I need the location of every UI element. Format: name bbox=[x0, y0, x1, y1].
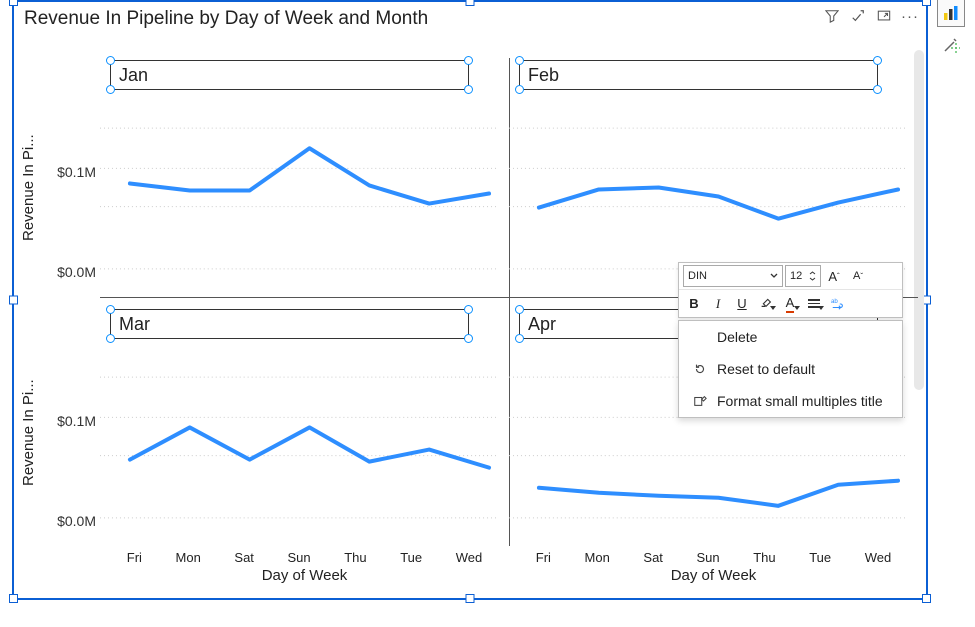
resize-handle[interactable] bbox=[9, 594, 18, 603]
context-menu-delete[interactable]: Delete bbox=[679, 321, 902, 353]
title-resize-handle[interactable] bbox=[464, 85, 473, 94]
title-resize-handle[interactable] bbox=[873, 85, 882, 94]
y-tick-label: $0.1M bbox=[57, 413, 96, 429]
svg-text:ab: ab bbox=[831, 298, 838, 305]
y-axis-title: Revenue In Pi... bbox=[20, 338, 40, 528]
x-tick-label: Thu bbox=[753, 550, 775, 565]
drill-icon[interactable] bbox=[850, 8, 866, 24]
panel-title-text: Feb bbox=[528, 65, 559, 86]
panel-canvas bbox=[100, 98, 499, 289]
x-tick-label: Mon bbox=[176, 550, 201, 565]
title-resize-handle[interactable] bbox=[106, 334, 115, 343]
x-tick-label: Sun bbox=[697, 550, 720, 565]
context-menu-reset[interactable]: Reset to default bbox=[679, 353, 902, 385]
visual-header-icons: ··· bbox=[824, 8, 918, 24]
context-menu-format-titles[interactable]: Format small multiples title bbox=[679, 385, 902, 417]
context-menu-label: Delete bbox=[717, 329, 757, 345]
x-tick-label: Sun bbox=[288, 550, 311, 565]
resize-handle[interactable] bbox=[922, 594, 931, 603]
x-tick-label: Mon bbox=[585, 550, 610, 565]
filter-icon[interactable] bbox=[824, 8, 840, 24]
resize-handle[interactable] bbox=[9, 296, 18, 305]
x-tick-label: Wed bbox=[865, 550, 892, 565]
panel-title-text: Mar bbox=[119, 314, 150, 335]
title-resize-handle[interactable] bbox=[464, 334, 473, 343]
resize-handle[interactable] bbox=[466, 0, 475, 6]
panel-mar: Mar bbox=[100, 297, 509, 546]
title-resize-handle[interactable] bbox=[515, 334, 524, 343]
x-tick-label: Tue bbox=[809, 550, 831, 565]
magic-wand-icon bbox=[942, 36, 960, 54]
panel-title-jan[interactable]: Jan bbox=[110, 60, 469, 90]
title-resize-handle[interactable] bbox=[515, 85, 524, 94]
title-resize-handle[interactable] bbox=[873, 56, 882, 65]
font-family-value: DIN bbox=[688, 270, 707, 282]
italic-button[interactable]: I bbox=[707, 293, 729, 315]
panel-jan: Jan bbox=[100, 48, 509, 297]
context-menu: Delete Reset to default Format small mul… bbox=[678, 320, 903, 418]
panel-canvas bbox=[100, 347, 499, 538]
resize-handle[interactable] bbox=[922, 0, 931, 6]
fill-color-button[interactable] bbox=[755, 293, 777, 315]
x-axis-ticks: Fri Mon Sat Sun Thu Tue Wed bbox=[100, 546, 509, 565]
font-family-select[interactable]: DIN bbox=[683, 265, 783, 287]
visualizations-pane-button[interactable] bbox=[938, 0, 964, 26]
title-resize-handle[interactable] bbox=[106, 56, 115, 65]
panel-title-text: Jan bbox=[119, 65, 148, 86]
align-icon bbox=[808, 299, 820, 308]
bar-chart-icon bbox=[942, 4, 960, 22]
title-resize-handle[interactable] bbox=[106, 85, 115, 94]
x-tick-label: Thu bbox=[344, 550, 366, 565]
bold-button[interactable]: B bbox=[683, 293, 705, 315]
title-resize-handle[interactable] bbox=[464, 305, 473, 314]
context-menu-label: Reset to default bbox=[717, 361, 815, 377]
x-tick-label: Sat bbox=[234, 550, 254, 565]
panel-canvas bbox=[509, 98, 908, 289]
x-tick-label: Sat bbox=[643, 550, 663, 565]
font-size-value: 12 bbox=[790, 270, 802, 282]
x-tick-label: Fri bbox=[536, 550, 551, 565]
underline-button[interactable]: U bbox=[731, 293, 753, 315]
context-menu-label: Format small multiples title bbox=[717, 393, 883, 409]
panel-title-text: Apr bbox=[528, 314, 556, 335]
panel-title-feb[interactable]: Feb bbox=[519, 60, 878, 90]
x-axis-ticks: Fri Mon Sat Sun Thu Tue Wed bbox=[509, 546, 918, 565]
y-tick-label: $0.1M bbox=[57, 164, 96, 180]
panel-title-mar[interactable]: Mar bbox=[110, 309, 469, 339]
y-tick-label: $0.0M bbox=[57, 264, 96, 280]
resize-handle[interactable] bbox=[9, 0, 18, 6]
decrease-font-size-button[interactable]: Aˇ bbox=[847, 265, 869, 287]
x-tick-label: Fri bbox=[127, 550, 142, 565]
x-axis-title: Day of Week bbox=[100, 567, 509, 584]
resize-handle[interactable] bbox=[466, 594, 475, 603]
title-resize-handle[interactable] bbox=[106, 305, 115, 314]
y-axis-title: Revenue In Pi... bbox=[20, 93, 40, 283]
font-color-button[interactable]: A bbox=[779, 293, 801, 315]
x-axis-title: Day of Week bbox=[509, 567, 918, 584]
x-tick-label: Tue bbox=[400, 550, 422, 565]
title-resize-handle[interactable] bbox=[515, 56, 524, 65]
panel-feb: Feb bbox=[509, 48, 918, 297]
analytics-pane-button[interactable] bbox=[938, 32, 964, 58]
reset-icon bbox=[691, 362, 709, 376]
y-tick-label: $0.0M bbox=[57, 513, 96, 529]
title-resize-handle[interactable] bbox=[464, 56, 473, 65]
y-axis-ticks: $0.1M $0.0M bbox=[48, 297, 96, 546]
x-axis-row: Fri Mon Sat Sun Thu Tue Wed Day of Week … bbox=[100, 546, 918, 594]
wrap-text-button[interactable]: ab bbox=[827, 293, 849, 315]
format-toolbar: DIN 12 Aˆ Aˇ B I U A ab bbox=[678, 262, 903, 318]
side-toolbar bbox=[938, 0, 966, 58]
font-size-select[interactable]: 12 bbox=[785, 265, 821, 287]
horizontal-alignment-button[interactable] bbox=[803, 293, 825, 315]
more-options-icon[interactable]: ··· bbox=[902, 8, 918, 24]
chart-title[interactable]: Revenue In Pipeline by Day of Week and M… bbox=[14, 2, 926, 34]
x-tick-label: Wed bbox=[456, 550, 483, 565]
title-resize-handle[interactable] bbox=[515, 305, 524, 314]
format-icon bbox=[691, 394, 709, 408]
y-axis-ticks: $0.1M $0.0M bbox=[48, 48, 96, 297]
focus-icon[interactable] bbox=[876, 8, 892, 24]
increase-font-size-button[interactable]: Aˆ bbox=[823, 265, 845, 287]
